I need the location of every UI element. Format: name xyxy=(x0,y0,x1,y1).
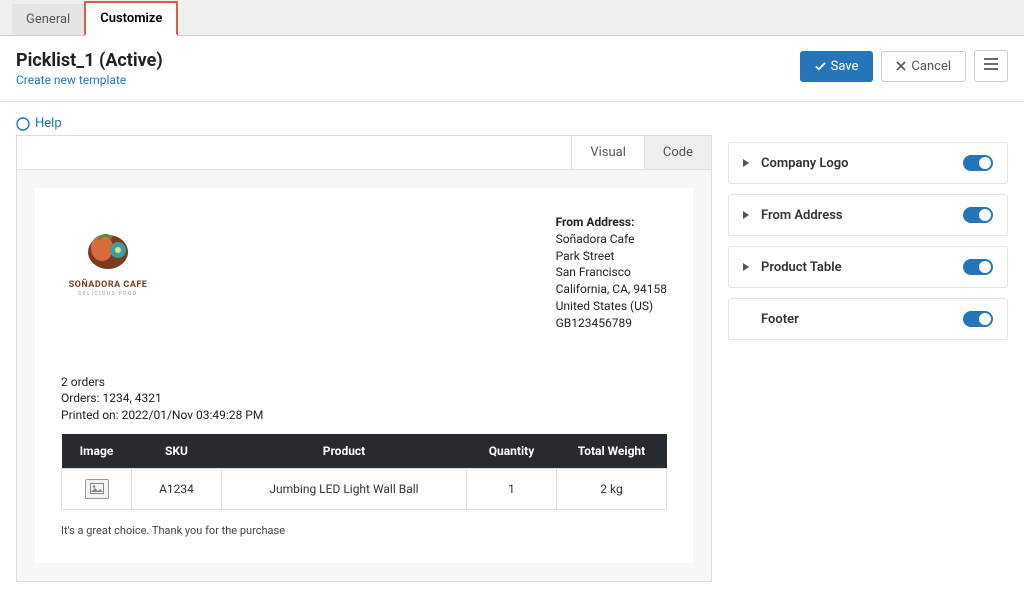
panel-product-table[interactable]: Product Table xyxy=(728,246,1008,288)
order-meta: 2 orders Orders: 1234, 4321 Printed on: … xyxy=(61,374,667,424)
company-logo: SOÑADORA CAFE DELICIOUS FOOD xyxy=(61,214,155,308)
document-preview: SOÑADORA CAFE DELICIOUS FOOD From Addres… xyxy=(35,188,693,563)
page-title: Picklist_1 (Active) xyxy=(16,50,163,71)
chevron-right-icon xyxy=(743,263,749,271)
help-link[interactable]: Help xyxy=(16,116,712,131)
product-table: Image SKU Product Quantity Total Weight xyxy=(61,434,667,510)
footer-text: It's a great choice. Thank you for the p… xyxy=(61,524,667,537)
toggle-product-table[interactable] xyxy=(963,259,993,275)
cancel-button[interactable]: Cancel xyxy=(881,51,966,82)
help-icon xyxy=(16,117,30,131)
preview-tab-visual[interactable]: Visual xyxy=(571,136,644,169)
preview-tab-code[interactable]: Code xyxy=(644,136,711,169)
table-row: A1234 Jumbing LED Light Wall Ball 1 2 kg xyxy=(62,468,667,509)
preview-panel: Visual Code xyxy=(16,135,712,582)
panel-footer[interactable]: Footer xyxy=(728,298,1008,340)
toggle-from-address[interactable] xyxy=(963,207,993,223)
chevron-right-icon xyxy=(743,159,749,167)
check-icon xyxy=(815,61,826,72)
panel-from-address[interactable]: From Address xyxy=(728,194,1008,236)
from-address: From Address: Soñadora Cafe Park Street … xyxy=(556,214,667,332)
chevron-right-icon xyxy=(743,211,749,219)
panel-company-logo[interactable]: Company Logo xyxy=(728,142,1008,184)
settings-panel: Company Logo From Address Product Table xyxy=(728,116,1008,582)
top-tabs: General Customize xyxy=(0,0,1024,36)
logo-icon xyxy=(78,226,138,276)
hamburger-icon xyxy=(984,58,998,70)
toggle-company-logo[interactable] xyxy=(963,155,993,171)
tab-customize[interactable]: Customize xyxy=(84,1,178,36)
tab-general[interactable]: General xyxy=(12,4,84,35)
page-header: Picklist_1 (Active) Create new template … xyxy=(16,50,1008,87)
menu-button[interactable] xyxy=(974,50,1008,82)
toggle-footer[interactable] xyxy=(963,311,993,327)
save-button[interactable]: Save xyxy=(800,51,874,82)
create-template-link[interactable]: Create new template xyxy=(16,73,163,87)
close-icon xyxy=(896,61,906,71)
image-placeholder-icon xyxy=(85,479,109,499)
